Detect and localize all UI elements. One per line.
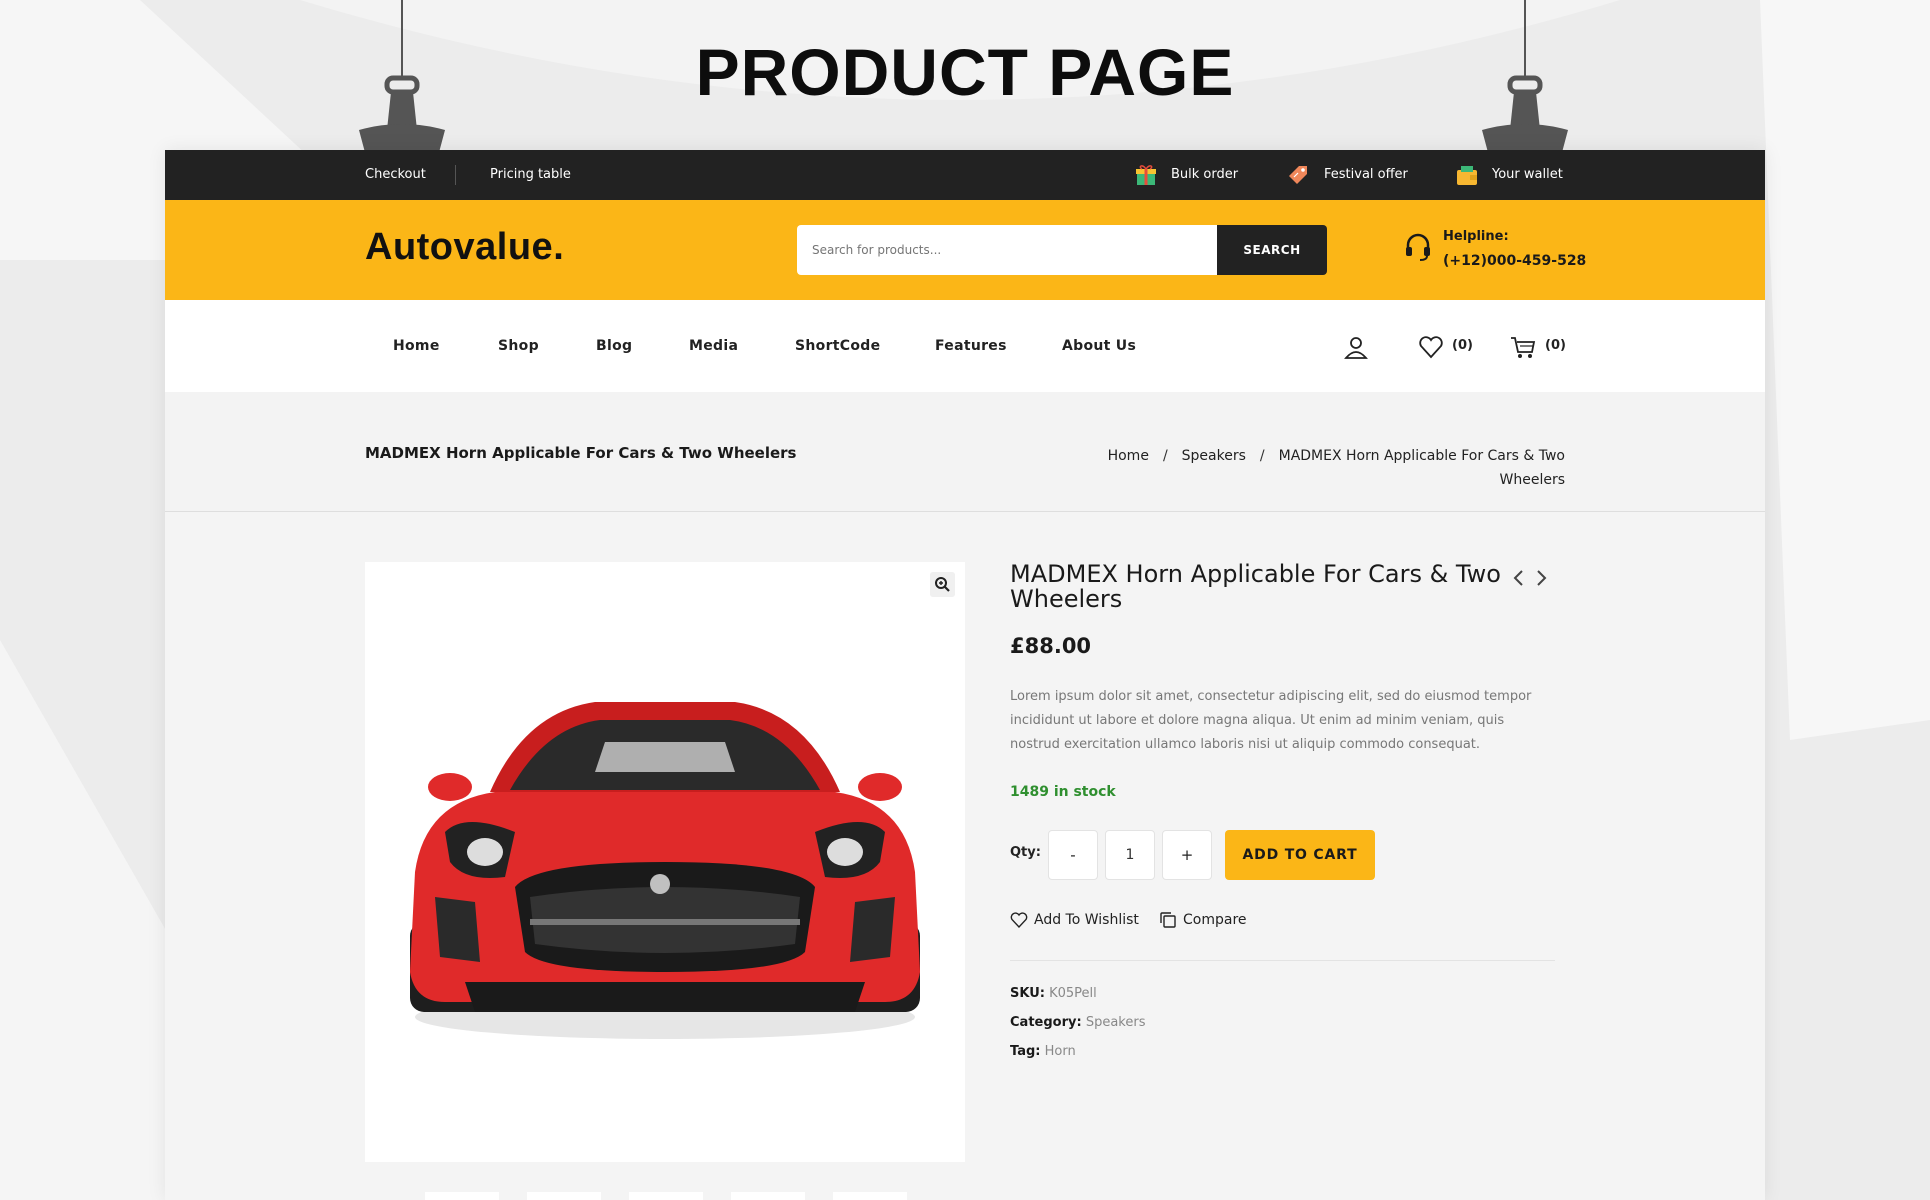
- thumbnail[interactable]: [833, 1192, 907, 1200]
- divider: [455, 165, 456, 185]
- hanger-clip-icon: [1482, 0, 1568, 160]
- site-logo[interactable]: Autovalue.: [365, 226, 564, 269]
- nav-item-blog[interactable]: Blog: [596, 300, 632, 392]
- category-row: Category: Speakers: [1010, 1015, 1145, 1030]
- gift-icon: [1136, 165, 1156, 185]
- nav-item-home[interactable]: Home: [393, 300, 440, 392]
- hanger-clip-icon: [359, 0, 445, 160]
- website-frame: Checkout Pricing table Bulk order Festiv…: [165, 150, 1765, 1200]
- compare-label: Compare: [1183, 912, 1247, 928]
- top-bar: Checkout Pricing table Bulk order Festiv…: [165, 150, 1765, 200]
- thumbnail[interactable]: [731, 1192, 805, 1200]
- breadcrumb-home[interactable]: Home: [1108, 448, 1149, 464]
- tag-row: Tag: Horn: [1010, 1044, 1076, 1059]
- stock-status: 1489 in stock: [1010, 784, 1116, 800]
- user-icon[interactable]: [1343, 334, 1369, 360]
- search-button[interactable]: SEARCH: [1217, 225, 1327, 275]
- breadcrumb-separator: /: [1162, 448, 1168, 464]
- nav-item-shortcode[interactable]: ShortCode: [795, 300, 880, 392]
- red-car-image: [410, 702, 920, 1039]
- breadcrumb-strip: MADMEX Horn Applicable For Cars & Two Wh…: [165, 392, 1765, 512]
- page-heading: PRODUCT PAGE: [695, 35, 1235, 109]
- compare-link[interactable]: Compare: [1159, 910, 1247, 930]
- add-to-cart-button[interactable]: ADD TO CART: [1225, 830, 1375, 880]
- product-image[interactable]: [365, 562, 965, 1162]
- tag-label: Tag:: [1010, 1044, 1041, 1059]
- divider: [1010, 960, 1555, 961]
- quantity-increase-button[interactable]: +: [1162, 830, 1212, 880]
- heart-icon: [1010, 912, 1028, 929]
- category-link[interactable]: Speakers: [1086, 1015, 1146, 1030]
- helpline-phone[interactable]: (+12)000-459-528: [1443, 253, 1586, 269]
- thumbnail[interactable]: [425, 1192, 499, 1200]
- pricing-table-link[interactable]: Pricing table: [490, 150, 571, 200]
- breadcrumb-current: MADMEX Horn Applicable For Cars & Two Wh…: [1278, 448, 1565, 488]
- thumbnail[interactable]: [527, 1192, 601, 1200]
- tag-icon: [1289, 166, 1307, 184]
- page-title: MADMEX Horn Applicable For Cars & Two Wh…: [365, 444, 797, 462]
- festival-offer-link[interactable]: Festival offer: [1324, 150, 1408, 200]
- wishlist-count[interactable]: (0): [1452, 300, 1473, 392]
- cart-count[interactable]: (0): [1545, 300, 1566, 392]
- nav-item-features[interactable]: Features: [935, 300, 1007, 392]
- helpline-label: Helpline:: [1443, 229, 1509, 244]
- search-input[interactable]: [797, 225, 1217, 275]
- breadcrumb: Home / Speakers / MADMEX Horn Applicable For…: [1065, 444, 1565, 492]
- add-to-wishlist-link[interactable]: Add To Wishlist: [1010, 910, 1139, 930]
- quantity-input[interactable]: [1105, 830, 1155, 880]
- prev-next-icon[interactable]: [1510, 566, 1550, 590]
- compare-icon: [1160, 912, 1176, 928]
- sku-row: SKU: K05Pell: [1010, 986, 1097, 1001]
- checkout-link[interactable]: Checkout: [365, 150, 426, 200]
- category-label: Category:: [1010, 1015, 1082, 1030]
- wallet-icon: [1457, 166, 1477, 185]
- product-title: MADMEX Horn Applicable For Cars & Two Wh…: [1010, 560, 1501, 613]
- zoom-icon[interactable]: [930, 572, 955, 597]
- sku-value: K05Pell: [1049, 986, 1097, 1001]
- nav-item-shop[interactable]: Shop: [498, 300, 539, 392]
- product-description: Lorem ipsum dolor sit amet, consectetur …: [1010, 689, 1532, 752]
- quantity-label: Qty:: [1010, 845, 1041, 860]
- nav-item-about-us[interactable]: About Us: [1062, 300, 1136, 392]
- wishlist-label: Add To Wishlist: [1034, 912, 1139, 928]
- your-wallet-link[interactable]: Your wallet: [1492, 150, 1563, 200]
- quantity-decrease-button[interactable]: -: [1048, 830, 1098, 880]
- bulk-order-link[interactable]: Bulk order: [1171, 150, 1238, 200]
- heart-icon[interactable]: [1418, 334, 1444, 360]
- main-nav: Home Shop Blog Media ShortCode Features …: [165, 300, 1765, 392]
- cart-icon[interactable]: [1510, 334, 1536, 360]
- sku-label: SKU:: [1010, 986, 1045, 1001]
- tag-link[interactable]: Horn: [1045, 1044, 1076, 1059]
- nav-item-media[interactable]: Media: [689, 300, 738, 392]
- breadcrumb-separator: /: [1259, 448, 1265, 464]
- search-form: SEARCH: [797, 225, 1327, 275]
- breadcrumb-category[interactable]: Speakers: [1182, 448, 1246, 464]
- thumbnail[interactable]: [629, 1192, 703, 1200]
- product-price: £88.00: [1010, 634, 1092, 658]
- headset-icon: [1406, 233, 1430, 261]
- header: Autovalue. SEARCH Helpline: (+12)000-459…: [165, 200, 1765, 300]
